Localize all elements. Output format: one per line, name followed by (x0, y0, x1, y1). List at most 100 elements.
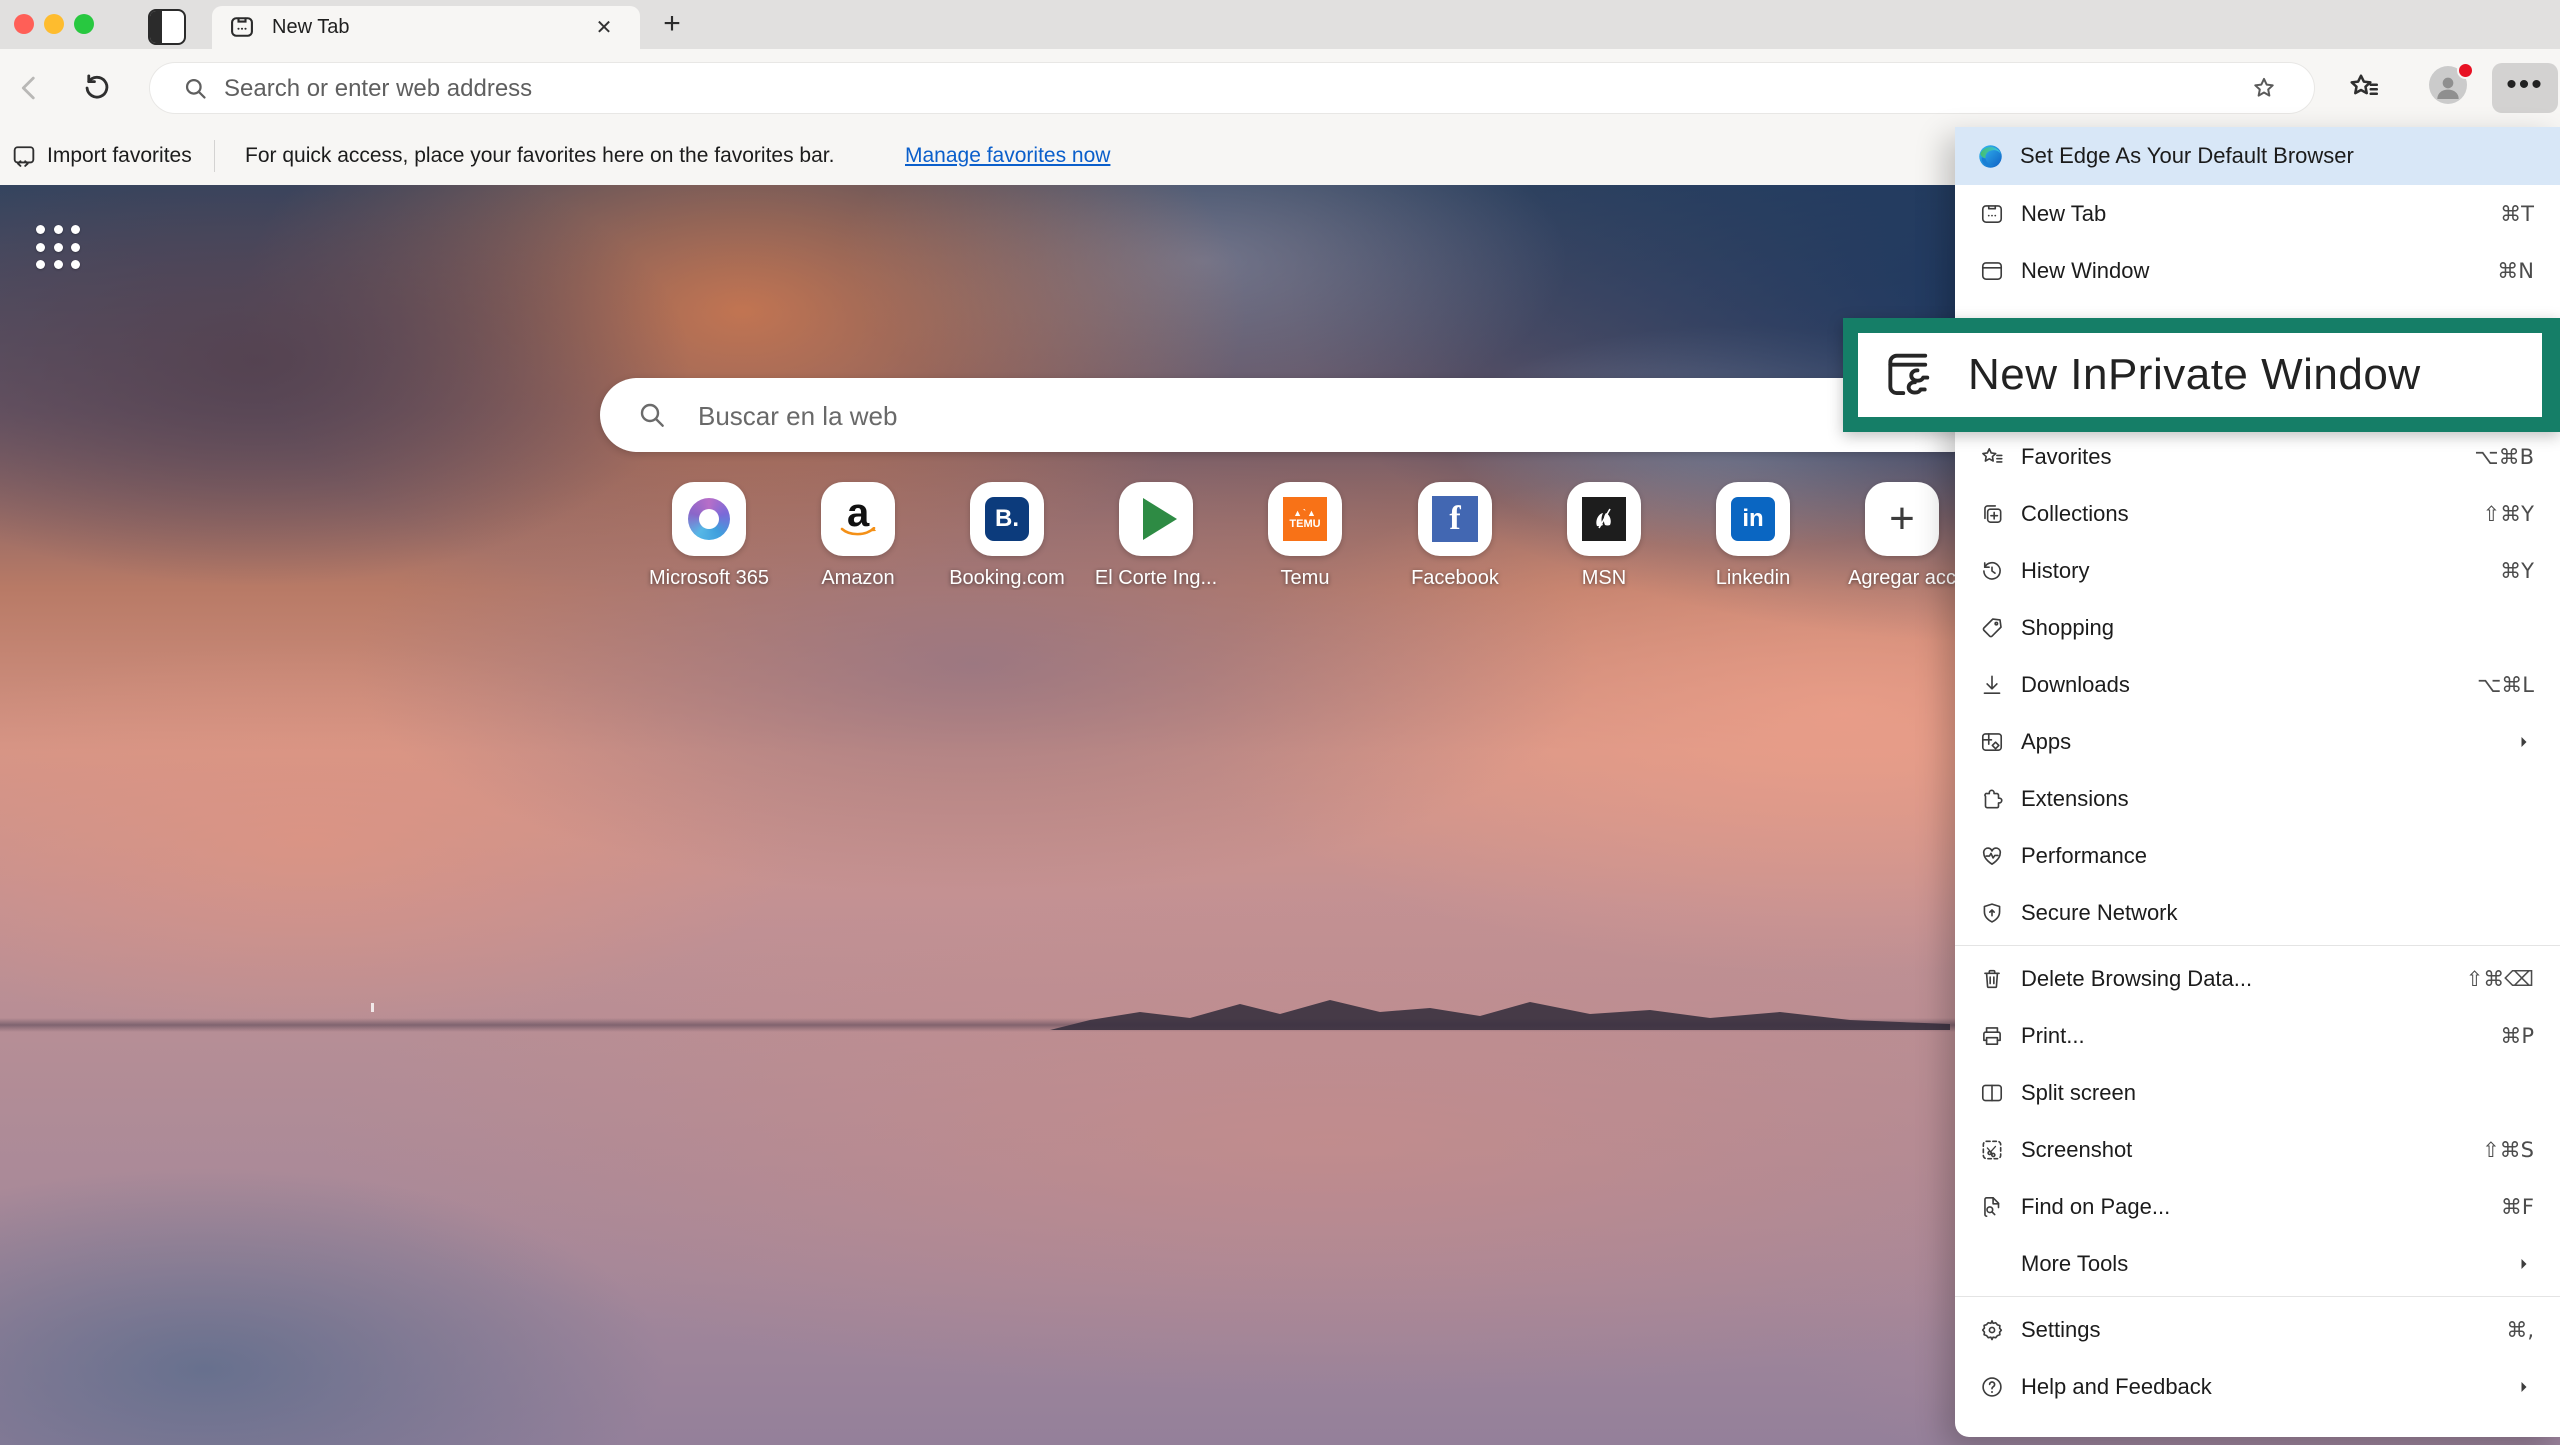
quick-link-label: Facebook (1375, 567, 1535, 590)
linkedin-logo: in (1731, 497, 1775, 541)
menu-item-shortcut: ⇧⌘⌫ (2466, 967, 2534, 991)
edge-logo-icon (1977, 143, 2004, 170)
quick-link-amazon[interactable]: a (821, 482, 895, 556)
menu-item-more-tools[interactable]: More Tools (1955, 1235, 2560, 1292)
menu-item-label: New Tab (2021, 201, 2500, 227)
menu-item-set-default-browser[interactable]: Set Edge As Your Default Browser (1955, 127, 2560, 185)
minimize-window-button[interactable] (44, 14, 64, 34)
menu-item-shortcut: ⌘, (2506, 1318, 2534, 1342)
chevron-right-icon (2514, 732, 2534, 752)
menu-divider (1955, 1296, 2560, 1297)
menu-item-label: Extensions (2021, 786, 2534, 812)
downloads-icon (1979, 672, 2005, 698)
quick-link-booking-com[interactable]: B. (970, 482, 1044, 556)
menu-item-label: Screenshot (2021, 1137, 2482, 1163)
menu-item-new-window[interactable]: New Window⌘N (1955, 242, 2560, 299)
menu-item-help-and-feedback[interactable]: Help and Feedback (1955, 1358, 2560, 1415)
zoom-window-button[interactable] (74, 14, 94, 34)
new-inprivate-window-callout[interactable]: New InPrivate Window (1843, 318, 2560, 432)
back-icon[interactable] (12, 71, 46, 105)
performance-icon (1979, 843, 2005, 869)
quick-link-label: MSN (1524, 567, 1684, 590)
menu-item-new-tab[interactable]: New Tab⌘T (1955, 185, 2560, 242)
menu-item-print[interactable]: Print...⌘P (1955, 1007, 2560, 1064)
menu-item-label: Find on Page... (2021, 1194, 2501, 1220)
quick-link-agregar-acc[interactable]: + (1865, 482, 1939, 556)
favorites-bar-divider (214, 140, 215, 172)
menu-item-shortcut: ⌘Y (2500, 559, 2534, 583)
menu-item-secure-network[interactable]: Secure Network (1955, 884, 2560, 941)
quick-link-microsoft-365[interactable] (672, 482, 746, 556)
menu-item-label: Performance (2021, 843, 2534, 869)
manage-favorites-link[interactable]: Manage favorites now (905, 144, 1110, 168)
import-favorites-button[interactable]: Import favorites (10, 141, 192, 171)
close-window-button[interactable] (14, 14, 34, 34)
collections-icon (1979, 501, 2005, 527)
menu-item-label: Help and Feedback (2021, 1374, 2514, 1400)
apps-icon (1979, 729, 2005, 755)
menu-item-label: Split screen (2021, 1080, 2534, 1106)
menu-item-split-screen[interactable]: Split screen (1955, 1064, 2560, 1121)
quick-link-label: Booking.com (927, 567, 1087, 590)
new-window-icon (1979, 258, 2005, 284)
shopping-icon (1979, 615, 2005, 641)
screenshot-icon (1979, 1137, 2005, 1163)
quick-link-linkedin[interactable]: in (1716, 482, 1790, 556)
more-menu-button[interactable]: ••• (2492, 63, 2558, 113)
menu-item-downloads[interactable]: Downloads⌥⌘L (1955, 656, 2560, 713)
new-inprivate-window-item[interactable]: New InPrivate Window (1858, 333, 2542, 417)
menu-item-apps[interactable]: Apps (1955, 713, 2560, 770)
menu-item-settings[interactable]: Settings⌘, (1955, 1301, 2560, 1358)
menu-item-delete-browsing-data[interactable]: Delete Browsing Data...⇧⌘⌫ (1955, 950, 2560, 1007)
menu-item-extensions[interactable]: Extensions (1955, 770, 2560, 827)
menu-item-favorites[interactable]: Favorites⌥⌘B (1955, 428, 2560, 485)
menu-promo-label: Set Edge As Your Default Browser (2020, 143, 2354, 169)
quick-link-el-corte-ing[interactable] (1119, 482, 1193, 556)
menu-item-label: Apps (2021, 729, 2514, 755)
menu-item-shortcut: ⌥⌘L (2477, 673, 2534, 697)
menu-item-shortcut: ⌥⌘B (2474, 445, 2534, 469)
tab-actions-icon[interactable] (148, 9, 186, 45)
settings-icon (1979, 1317, 2005, 1343)
new-tab-page-icon (228, 13, 256, 41)
favorites-bar-hint: For quick access, place your favorites h… (245, 144, 834, 168)
menu-item-screenshot[interactable]: Screenshot⇧⌘S (1955, 1121, 2560, 1178)
quick-link-facebook[interactable]: f (1418, 482, 1492, 556)
favorites-list-icon[interactable] (2346, 69, 2382, 105)
tab-new-tab[interactable]: New Tab ✕ (212, 6, 640, 49)
menu-item-label: Shopping (2021, 615, 2534, 641)
menu-item-shortcut: ⌘P (2500, 1024, 2534, 1048)
menu-divider (1955, 945, 2560, 946)
tab-title: New Tab (272, 16, 349, 39)
menu-item-label: Secure Network (2021, 900, 2534, 926)
toolbar: ••• (0, 49, 2560, 127)
address-input[interactable] (222, 63, 2126, 115)
menu-item-performance[interactable]: Performance (1955, 827, 2560, 884)
inprivate-icon (1880, 344, 1942, 406)
menu-item-collections[interactable]: Collections⇧⌘Y (1955, 485, 2560, 542)
menu-item-history[interactable]: History⌘Y (1955, 542, 2560, 599)
address-bar[interactable] (150, 63, 2314, 113)
quick-link-msn[interactable] (1567, 482, 1641, 556)
favorite-star-icon[interactable] (2250, 74, 2278, 102)
menu-item-shopping[interactable]: Shopping (1955, 599, 2560, 656)
split-screen-icon (1979, 1080, 2005, 1106)
temu-logo: ▲`▲TEMU (1283, 497, 1327, 541)
quick-link-label: Microsoft 365 (629, 567, 789, 590)
menu-item-label: History (2021, 558, 2500, 584)
no (1979, 1251, 2005, 1277)
tab-close-icon[interactable]: ✕ (590, 14, 618, 42)
extensions-icon (1979, 786, 2005, 812)
menu-item-shortcut: ⌘T (2500, 202, 2534, 226)
find-on-page-icon (1979, 1194, 2005, 1220)
menu-item-label: New Window (2021, 258, 2497, 284)
print-icon (1979, 1023, 2005, 1049)
menu-item-shortcut: ⇧⌘S (2482, 1138, 2534, 1162)
quick-link-temu[interactable]: ▲`▲TEMU (1268, 482, 1342, 556)
menu-item-label: Favorites (2021, 444, 2474, 470)
menu-item-find-on-page[interactable]: Find on Page...⌘F (1955, 1178, 2560, 1235)
new-tab-button[interactable]: + (655, 8, 689, 42)
menu-item-label: Print... (2021, 1023, 2500, 1049)
add-shortcut-logo: + (1889, 499, 1915, 539)
reload-icon[interactable] (80, 71, 114, 105)
